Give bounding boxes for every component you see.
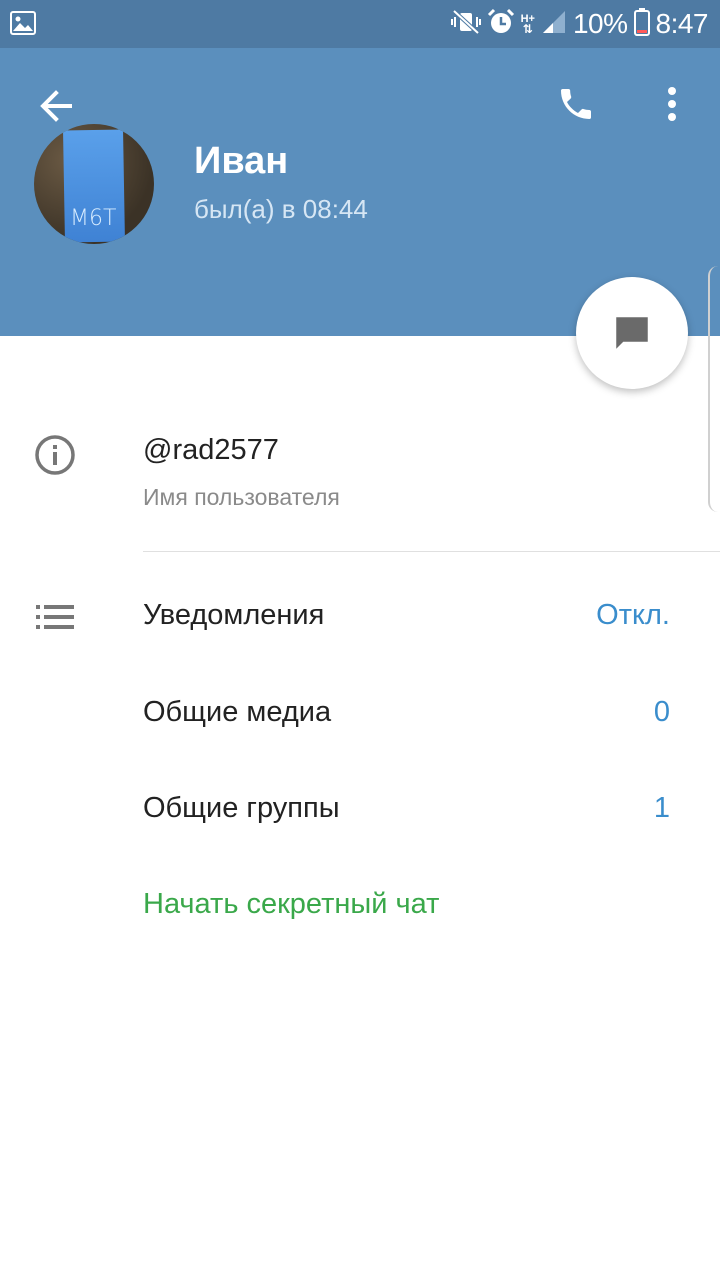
battery-icon xyxy=(633,7,650,41)
status-bar: H+ ⇅ 10% 8:47 xyxy=(0,0,720,48)
notifications-value: Откл. xyxy=(596,599,670,631)
divider xyxy=(143,551,720,552)
arrow-left-icon xyxy=(40,90,72,122)
info-icon xyxy=(34,434,76,476)
message-icon xyxy=(616,317,648,349)
phone-icon xyxy=(561,89,591,119)
signal-icon xyxy=(541,9,567,40)
username-value[interactable]: @rad2577 xyxy=(143,434,279,467)
notifications-label: Уведомления xyxy=(143,599,325,631)
list-icon xyxy=(34,603,76,631)
profile-name: Иван xyxy=(194,140,289,182)
edge-panel-handle[interactable] xyxy=(708,266,720,512)
send-message-button[interactable] xyxy=(576,277,688,389)
mute-vibrate-icon xyxy=(450,8,481,41)
gallery-icon xyxy=(10,11,36,40)
username-caption: Имя пользователя xyxy=(143,484,340,510)
start-secret-chat-button[interactable]: Начать секретный чат xyxy=(143,888,439,921)
avatar-photo-text: M6T xyxy=(70,206,117,231)
more-options-button[interactable] xyxy=(650,78,694,130)
shared-groups-count: 1 xyxy=(653,792,670,824)
shared-media-count: 0 xyxy=(653,696,670,728)
clock: 8:47 xyxy=(655,8,709,39)
more-vertical-icon xyxy=(668,87,676,121)
avatar[interactable]: M6T xyxy=(34,124,154,244)
battery-percent: 10% xyxy=(572,8,628,39)
last-seen-status: был(а) в 08:44 xyxy=(194,194,368,224)
alarm-icon xyxy=(487,8,515,41)
network-arrows-icon: H+ ⇅ xyxy=(520,13,535,36)
back-button[interactable] xyxy=(32,82,80,130)
call-button[interactable] xyxy=(550,78,602,130)
shared-media-label: Общие медиа xyxy=(143,696,332,728)
shared-groups-label: Общие группы xyxy=(143,792,340,824)
